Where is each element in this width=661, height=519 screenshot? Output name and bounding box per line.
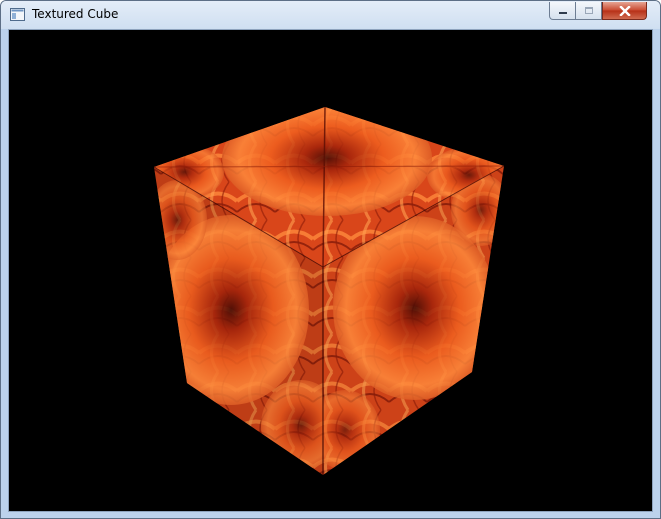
minimize-button[interactable] [549, 2, 576, 20]
cube-scene [153, 107, 505, 475]
app-window-icon [10, 8, 25, 21]
app-window: Textured Cube [0, 0, 661, 519]
maximize-icon [584, 7, 593, 14]
title-bar[interactable]: Textured Cube [1, 1, 660, 29]
window-title: Textured Cube [32, 7, 119, 21]
close-button[interactable] [602, 2, 647, 20]
minimize-icon [558, 11, 567, 14]
render-viewport[interactable] [8, 29, 653, 512]
close-icon [618, 5, 631, 16]
maximize-button[interactable] [576, 2, 602, 20]
